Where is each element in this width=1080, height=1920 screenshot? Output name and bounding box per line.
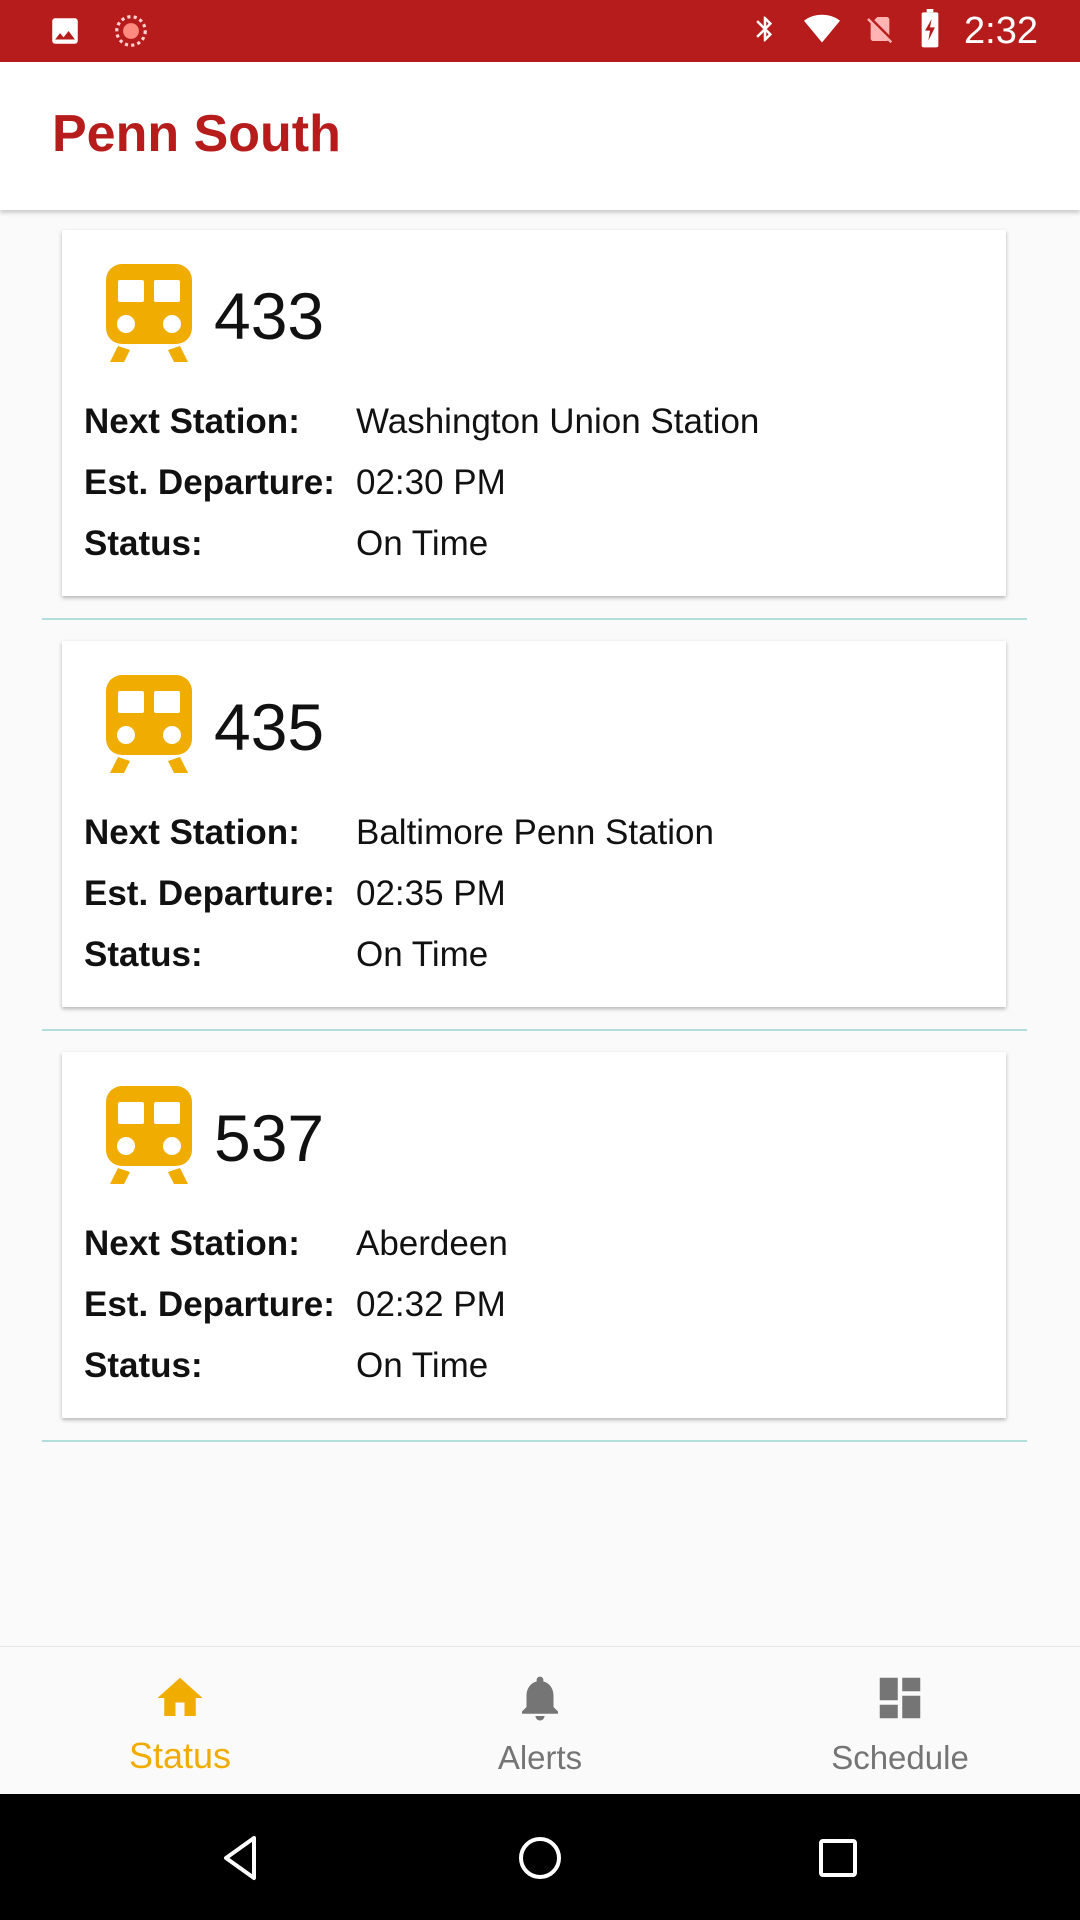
next-station-value: Washington Union Station: [356, 402, 760, 441]
clock: 2:32: [964, 10, 1038, 52]
departure-row: Est. Departure: 02:32 PM: [84, 1285, 984, 1335]
list-item[interactable]: 435 Next Station: Baltimore Penn Station…: [0, 621, 1080, 1032]
train-card[interactable]: 435 Next Station: Baltimore Penn Station…: [62, 641, 1006, 1007]
next-station-label: Next Station:: [84, 402, 300, 441]
departure-row: Est. Departure: 02:30 PM: [84, 463, 984, 513]
list-item[interactable]: 433 Next Station: Washington Union Stati…: [0, 210, 1080, 621]
bottom-navigation: Status Alerts Schedule: [0, 1646, 1080, 1795]
recents-icon[interactable]: [810, 1830, 866, 1886]
home-icon: [153, 1671, 207, 1725]
status-label: Status:: [84, 1346, 203, 1385]
train-number: 435: [214, 690, 325, 764]
departure-value: 02:30 PM: [356, 463, 506, 502]
divider: [42, 1029, 1027, 1031]
nav-item-status[interactable]: Status: [0, 1647, 360, 1795]
nav-label-alerts: Alerts: [497, 1739, 583, 1776]
next-station-value: Baltimore Penn Station: [356, 813, 714, 852]
wifi-icon: [802, 11, 842, 52]
train-icon: [104, 673, 194, 777]
sync-indicator-icon: [112, 12, 150, 55]
next-station-label: Next Station:: [84, 1224, 300, 1263]
train-card[interactable]: 537 Next Station: Aberdeen Est. Departur…: [62, 1052, 1006, 1418]
nav-label-status: Status: [128, 1735, 232, 1776]
status-value: On Time: [356, 935, 489, 974]
page-title: Penn South: [52, 105, 341, 163]
back-icon[interactable]: [214, 1830, 270, 1886]
next-station-row: Next Station: Washington Union Station: [84, 402, 984, 452]
home-circle-icon[interactable]: [512, 1830, 568, 1886]
train-icon: [104, 1084, 194, 1188]
nav-item-schedule[interactable]: Schedule: [720, 1647, 1080, 1795]
nav-item-alerts[interactable]: Alerts: [360, 1647, 720, 1795]
divider: [42, 1440, 1027, 1442]
image-icon: [48, 14, 82, 53]
no-sim-icon: [864, 10, 896, 53]
dashboard-icon: [873, 1671, 927, 1725]
bluetooth-icon: [750, 10, 780, 53]
battery-charging-icon: [918, 8, 942, 54]
departure-label: Est. Departure:: [84, 463, 335, 502]
train-list[interactable]: 433 Next Station: Washington Union Stati…: [0, 210, 1080, 1646]
bell-icon: [513, 1671, 567, 1725]
departure-label: Est. Departure:: [84, 874, 335, 913]
next-station-row: Next Station: Baltimore Penn Station: [84, 813, 984, 863]
list-item[interactable]: 537 Next Station: Aberdeen Est. Departur…: [0, 1032, 1080, 1443]
status-label: Status:: [84, 935, 203, 974]
departure-value: 02:35 PM: [356, 874, 506, 913]
train-number: 537: [214, 1101, 325, 1175]
status-label: Status:: [84, 524, 203, 563]
divider: [42, 618, 1027, 620]
departure-value: 02:32 PM: [356, 1285, 506, 1324]
nav-label-schedule: Schedule: [831, 1739, 969, 1776]
status-value: On Time: [356, 524, 489, 563]
train-card[interactable]: 433 Next Station: Washington Union Stati…: [62, 230, 1006, 596]
app-bar: Penn South: [0, 62, 1080, 210]
train-number: 433: [214, 279, 325, 353]
status-value: On Time: [356, 1346, 489, 1385]
next-station-row: Next Station: Aberdeen: [84, 1224, 984, 1274]
departure-label: Est. Departure:: [84, 1285, 335, 1324]
status-row: Status: On Time: [84, 935, 984, 985]
next-station-value: Aberdeen: [356, 1224, 508, 1263]
status-row: Status: On Time: [84, 524, 984, 574]
departure-row: Est. Departure: 02:35 PM: [84, 874, 984, 924]
train-icon: [104, 262, 194, 366]
system-navigation-bar: [0, 1794, 1080, 1920]
next-station-label: Next Station:: [84, 813, 300, 852]
status-bar: 2:32: [0, 0, 1080, 62]
status-row: Status: On Time: [84, 1346, 984, 1396]
